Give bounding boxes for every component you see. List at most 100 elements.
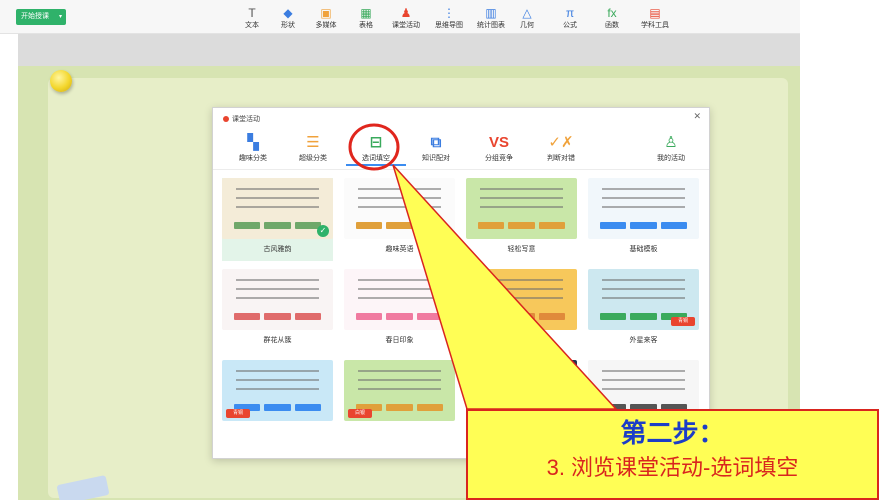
- option-pill: [600, 222, 627, 229]
- thumbnail-lines: [602, 188, 685, 215]
- toolbar-tool-7[interactable]: △ 几何: [510, 5, 544, 30]
- category-icon: ⊟: [369, 134, 383, 151]
- template-card[interactable]: [466, 269, 577, 352]
- thumbnail-line: [358, 388, 441, 390]
- template-card[interactable]: 春日印象: [344, 269, 455, 352]
- start-class-button[interactable]: 开始授课 ▾: [16, 9, 66, 25]
- toolbar-tool-3[interactable]: ▦ 表格: [349, 5, 383, 30]
- thumbnail-line: [480, 379, 563, 381]
- template-thumbnail: 青铜: [222, 360, 333, 421]
- tool-label: 学科工具: [641, 22, 669, 29]
- template-name: 外星来客: [629, 337, 658, 344]
- thumbnail-line: [236, 379, 319, 381]
- option-pill: [538, 313, 565, 320]
- tool-icon: ♟: [400, 6, 412, 20]
- toolbar-tool-0[interactable]: T 文本: [235, 5, 269, 30]
- option-pill: [630, 313, 657, 320]
- thumbnail-line: [358, 370, 441, 372]
- category-divider: [213, 169, 709, 170]
- option-pill: [264, 313, 291, 320]
- thumbnail-lines: [358, 188, 441, 215]
- option-pills: [356, 222, 443, 229]
- option-pills: [600, 222, 687, 229]
- template-card[interactable]: 趣味英语: [344, 178, 455, 261]
- category-label: 分组竞争: [485, 155, 513, 162]
- thumbnail-line: [602, 370, 685, 372]
- template-name: 古风雅韵: [263, 246, 292, 253]
- template-card[interactable]: 青铜 外星来客: [588, 269, 699, 352]
- toolbar-tool-6[interactable]: ▥ 统计图表: [474, 5, 508, 30]
- start-class-label: 开始授课: [21, 13, 49, 20]
- thumbnail-line: [480, 188, 563, 190]
- category-icon: ☰: [306, 134, 320, 151]
- thumbnail-line: [602, 197, 685, 199]
- level-badge: 青铜: [226, 409, 250, 418]
- option-pills: [478, 313, 565, 320]
- toolbar-tool-2[interactable]: ▣ 多媒体: [309, 5, 343, 30]
- thumbnail-line: [358, 206, 441, 208]
- category-tab-0[interactable]: ▚ 趣味分类: [223, 132, 283, 168]
- category-icon: ▚: [247, 134, 259, 151]
- thumbnail-line: [602, 279, 685, 281]
- pushpin-icon: [50, 70, 72, 92]
- option-pill: [660, 222, 687, 229]
- category-tab-6[interactable]: ♙ 我的活动: [641, 132, 701, 168]
- toolbar-tool-1[interactable]: ◆ 形状: [271, 5, 305, 30]
- option-pill: [508, 222, 535, 229]
- thumbnail-line: [480, 206, 563, 208]
- toolbar-tool-5[interactable]: ⋮ 思维导图: [432, 5, 466, 30]
- category-tab-5[interactable]: ✓✗ 判断对错: [531, 132, 591, 168]
- tool-icon: ▣: [320, 6, 332, 20]
- close-icon[interactable]: ✕: [693, 111, 701, 122]
- category-tab-4[interactable]: VS 分组竞争: [469, 132, 529, 168]
- option-pill: [478, 222, 505, 229]
- category-tab-2[interactable]: ⊟ 选词填空: [346, 132, 406, 168]
- thumbnail-line: [480, 370, 563, 372]
- category-label: 知识配对: [422, 155, 450, 162]
- thumbnail-line: [480, 288, 563, 290]
- chevron-down-icon[interactable]: ▾: [59, 9, 62, 25]
- tool-label: 文本: [245, 22, 259, 29]
- toolbar-tool-9[interactable]: fx 函数: [595, 5, 629, 30]
- template-card[interactable]: 白银: [344, 360, 455, 443]
- thumbnail-line: [358, 288, 441, 290]
- thumbnail-line: [602, 379, 685, 381]
- toolbar-tool-4[interactable]: ♟ 课堂活动: [389, 5, 423, 30]
- tool-icon: △: [522, 6, 532, 20]
- tool-label: 多媒体: [315, 22, 337, 29]
- callout-step: 第二步：: [620, 418, 725, 448]
- template-name: 基础模板: [629, 246, 658, 253]
- thumbnail-lines: [236, 370, 319, 397]
- category-icon: VS: [488, 134, 509, 151]
- option-pill: [386, 313, 413, 320]
- thumbnail-line: [236, 388, 319, 390]
- thumbnail-lines: [236, 188, 319, 215]
- option-pill: [600, 313, 627, 320]
- category-tab-1[interactable]: ☰ 超级分类: [283, 132, 343, 168]
- category-label: 趣味分类: [239, 155, 267, 162]
- thumbnail-line: [602, 288, 685, 290]
- checkmark-icon: ✓: [317, 225, 329, 237]
- template-card[interactable]: ✓ 古风雅韵: [222, 178, 333, 261]
- thumbnail-line: [602, 206, 685, 208]
- tool-icon: ▥: [485, 6, 497, 20]
- thumbnail-line: [236, 297, 319, 299]
- option-pill: [478, 313, 505, 320]
- option-pill: [416, 222, 443, 229]
- template-card[interactable]: 群花从簇: [222, 269, 333, 352]
- template-thumbnail: [344, 178, 455, 239]
- toolbar-tool-8[interactable]: π 公式: [553, 5, 587, 30]
- template-card[interactable]: 青铜: [222, 360, 333, 443]
- category-tab-3[interactable]: ⧉ 知识配对: [406, 132, 466, 168]
- tool-icon: ⋮: [443, 6, 455, 20]
- template-card[interactable]: 基础模板: [588, 178, 699, 261]
- thumbnail-lines: [358, 370, 441, 397]
- tool-icon: ◆: [283, 6, 293, 20]
- toolbar-tool-10[interactable]: ▤ 学科工具: [638, 5, 672, 30]
- category-icon: ✓✗: [548, 134, 574, 151]
- option-pill: [264, 404, 291, 411]
- template-thumbnail: [466, 178, 577, 239]
- template-card[interactable]: 轻松写意: [466, 178, 577, 261]
- option-pill: [234, 313, 261, 320]
- thumbnail-lines: [602, 279, 685, 306]
